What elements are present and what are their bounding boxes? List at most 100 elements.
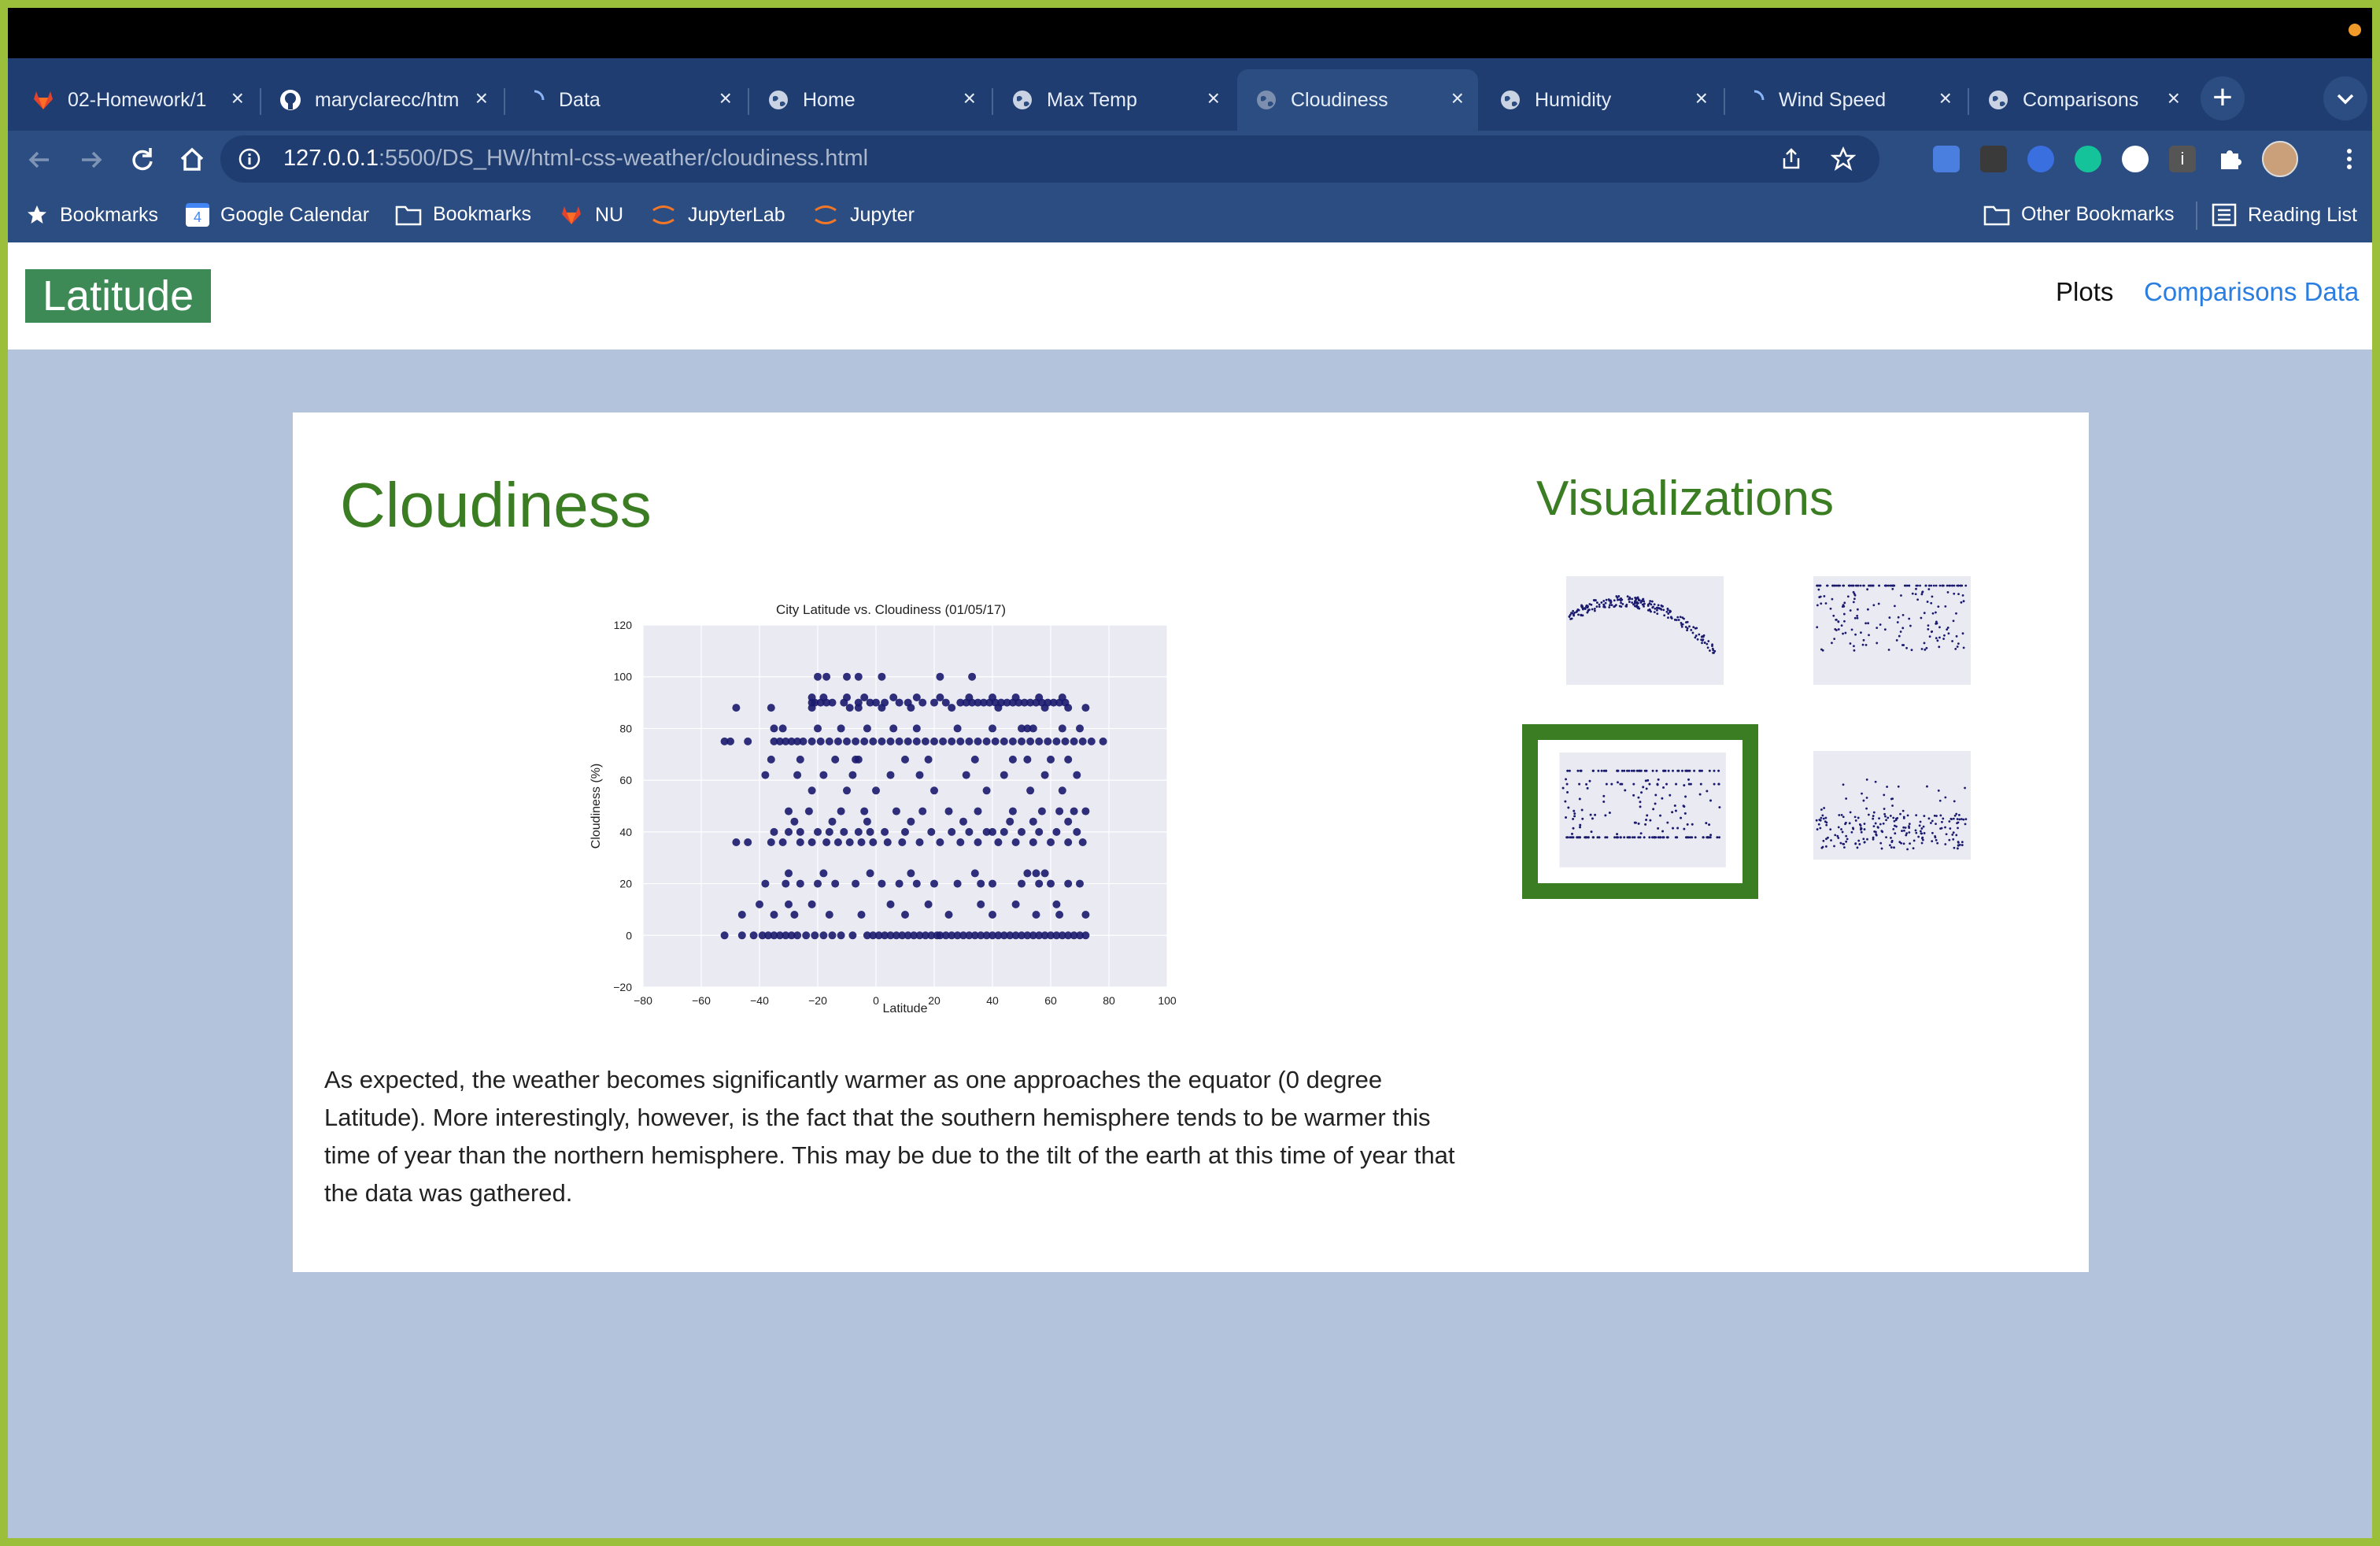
tab-search-button[interactable] [2323, 76, 2367, 120]
cloudiness-thumbnail[interactable] [1522, 724, 1758, 899]
close-icon[interactable]: × [475, 87, 488, 110]
close-icon[interactable]: × [1695, 87, 1708, 110]
reading-list[interactable]: Reading List [2212, 203, 2357, 227]
close-icon[interactable]: × [1451, 87, 1464, 110]
extension-circle-icon[interactable] [2122, 146, 2149, 172]
wind-speed-thumbnail[interactable] [1793, 743, 1986, 871]
close-icon[interactable]: × [2168, 87, 2180, 110]
back-icon[interactable] [24, 144, 55, 176]
nav-link-comparisons[interactable]: Comparisons Data [2144, 277, 2359, 307]
nav-link-plots[interactable]: Plots [2056, 277, 2113, 307]
thumbnail-point [1861, 792, 1863, 795]
thumbnail-point [1873, 830, 1876, 833]
data-point [814, 879, 822, 888]
translate-icon[interactable] [1933, 146, 1960, 172]
tab-label: Max Temp [1047, 88, 1137, 111]
bookmark-item[interactable]: Bookmarks [25, 203, 158, 227]
thumbnail-point [1915, 584, 1918, 587]
globe-icon [1013, 91, 1032, 109]
extension-icon[interactable] [2027, 146, 2054, 172]
thumbnail-point [1837, 826, 1840, 829]
new-tab-button[interactable]: + [2201, 76, 2245, 120]
thumbnail-point [1908, 823, 1911, 826]
info-extension-icon[interactable]: i [2169, 146, 2196, 172]
home-icon[interactable] [176, 144, 208, 176]
thumbnail-point [1895, 639, 1898, 642]
puzzle-icon[interactable] [2216, 146, 2243, 172]
thumbnail-point [1634, 597, 1637, 599]
tab-comparisons[interactable]: Comparisons × [1969, 69, 2194, 131]
thumbnail-point [1686, 823, 1689, 826]
data-point [828, 698, 837, 707]
zotero-icon[interactable] [1980, 146, 2007, 172]
thumbnail-point [1858, 843, 1861, 845]
bookmark-item[interactable]: NU [559, 203, 623, 227]
close-icon[interactable]: × [719, 87, 732, 110]
gitlab-icon [34, 91, 53, 109]
other-bookmarks[interactable]: Other Bookmarks [1983, 203, 2175, 226]
thumbnail-point [1865, 797, 1868, 799]
tab-data[interactable]: Data × [505, 69, 746, 131]
data-point [802, 931, 811, 940]
reload-icon[interactable] [126, 144, 157, 176]
max-temp-thumbnail[interactable] [1546, 568, 1739, 696]
close-icon[interactable]: × [1939, 87, 1952, 110]
tab-humidity[interactable]: Humidity × [1481, 69, 1722, 131]
thumbnail-point [1820, 816, 1823, 819]
thumbnail-point [1833, 845, 1835, 848]
thumbnail-point [1936, 639, 1939, 642]
data-point [732, 704, 741, 712]
data-point [930, 879, 938, 888]
thumbnail-point [1667, 769, 1670, 772]
tab-cloudiness[interactable]: Cloudiness × [1237, 69, 1478, 131]
thumbnail-point [1592, 769, 1595, 772]
address-bar[interactable]: 127.0.0.1:5500/DS_HW/html-css-weather/cl… [220, 135, 1879, 183]
tab-github[interactable]: maryclarecc/htm × [261, 69, 502, 131]
data-point [936, 838, 944, 846]
data-point [878, 879, 886, 888]
data-point [965, 827, 974, 836]
data-point [825, 827, 833, 836]
thumbnail-point [1937, 789, 1940, 792]
data-point [930, 737, 938, 745]
thumbnail-point [1931, 595, 1934, 598]
thumbnail-point [1667, 616, 1669, 620]
close-icon[interactable]: × [231, 87, 244, 110]
bookmark-item[interactable]: 4 Google Calendar [186, 203, 369, 227]
menu-icon[interactable] [2338, 146, 2361, 172]
thumbnail-point [1653, 603, 1656, 606]
grammarly-icon[interactable] [2075, 146, 2101, 172]
tab-wind-speed[interactable]: Wind Speed × [1725, 69, 1966, 131]
bookmark-star-icon[interactable] [1831, 146, 1856, 172]
brand-logo[interactable]: Latitude [25, 269, 212, 323]
bookmark-item[interactable]: Jupyter [812, 203, 915, 227]
thumbnail-point [1920, 616, 1923, 620]
bookmark-item[interactable]: JupyterLab [650, 203, 785, 227]
thumbnail-point [1656, 783, 1659, 786]
thumbnail-point [1696, 638, 1699, 641]
tab-max-temp[interactable]: Max Temp × [993, 69, 1234, 131]
tab-homework[interactable]: 02-Homework/1 × [14, 69, 258, 131]
avatar[interactable] [2262, 141, 2298, 177]
humidity-thumbnail[interactable] [1793, 568, 1986, 696]
thumbnail-point [1830, 839, 1832, 841]
thumbnail-point [1891, 804, 1894, 807]
data-point [904, 737, 912, 745]
tab-home[interactable]: Home × [749, 69, 990, 131]
forward-icon[interactable] [76, 144, 107, 176]
thumbnail-point [1816, 626, 1819, 629]
thumbnail-point [1845, 834, 1848, 838]
close-icon[interactable]: × [1207, 87, 1220, 110]
data-point [1076, 879, 1084, 888]
thumbnail-point [1944, 826, 1946, 829]
thumbnail-point [1961, 844, 1964, 846]
data-point [1052, 900, 1061, 908]
thumbnail-point [1716, 836, 1719, 839]
share-icon[interactable] [1779, 146, 1804, 172]
close-icon[interactable]: × [963, 87, 976, 110]
bookmark-item[interactable]: Bookmarks [395, 203, 531, 226]
thumbnail-point [1957, 847, 1959, 850]
data-point [866, 869, 874, 878]
thumbnail-point [1646, 814, 1649, 817]
info-icon[interactable] [238, 147, 261, 171]
